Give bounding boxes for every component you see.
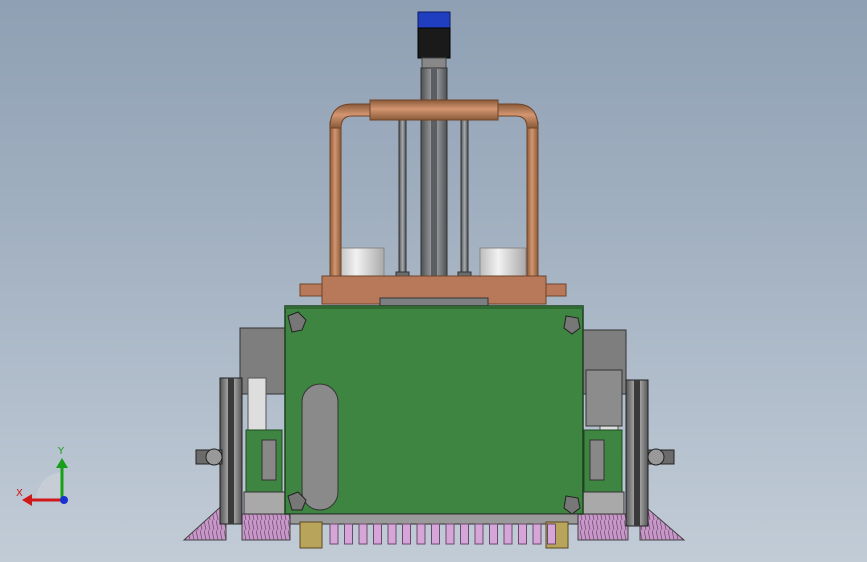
- nozzle: [416, 523, 426, 545]
- main-green-panel: [284, 305, 584, 515]
- nozzle: [489, 523, 498, 545]
- nozzle: [503, 523, 513, 545]
- nozzle: [329, 523, 339, 545]
- nozzle: [358, 523, 368, 545]
- nozzle: [547, 523, 556, 545]
- nozzle: [431, 523, 440, 545]
- nozzle: [460, 523, 469, 545]
- left-wheel-assembly: [195, 377, 289, 525]
- x-axis-label: X: [16, 488, 23, 499]
- stepper-motor: [417, 11, 451, 69]
- nozzles: [329, 523, 556, 545]
- nozzle: [402, 523, 411, 545]
- axis-triad: Y X: [16, 446, 68, 506]
- nozzle: [532, 523, 542, 545]
- nozzle: [474, 523, 484, 545]
- nozzle: [445, 523, 455, 545]
- z-axis-dot: [60, 496, 68, 504]
- nozzle: [518, 523, 527, 545]
- cad-model-view[interactable]: Y X: [0, 0, 867, 562]
- nozzle: [387, 523, 397, 545]
- 3d-viewport[interactable]: Y X: [0, 0, 867, 562]
- nozzle: [344, 523, 353, 545]
- y-axis-label: Y: [57, 446, 65, 457]
- nozzle: [373, 523, 382, 545]
